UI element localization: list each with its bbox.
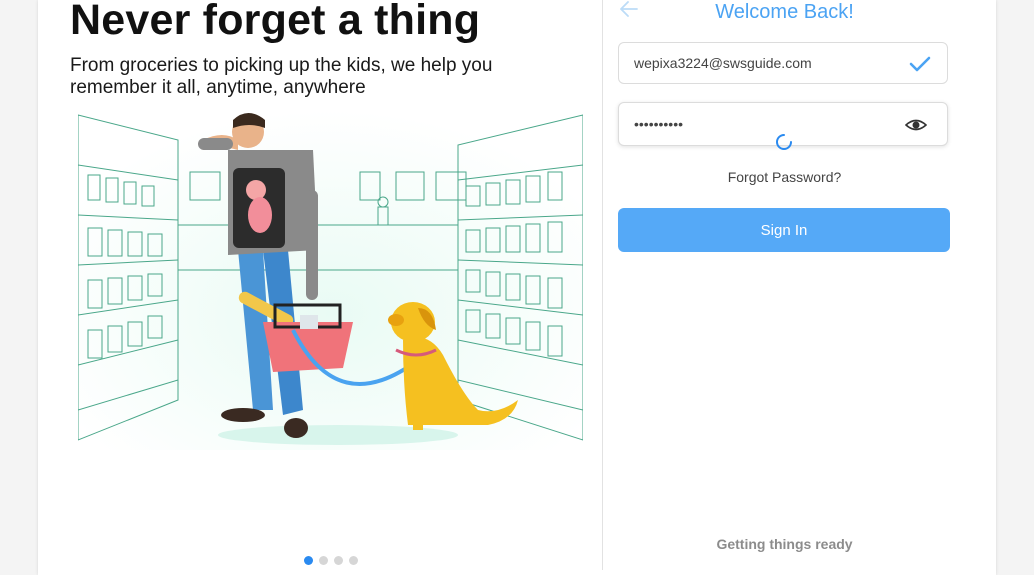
basket (263, 303, 353, 372)
carousel-dot-3[interactable] (334, 556, 343, 565)
forgot-password-link[interactable]: Forgot Password? (618, 169, 951, 185)
password-input[interactable] (634, 103, 884, 145)
hero-subtitle: From groceries to picking up the kids, w… (70, 55, 493, 98)
grocery-illustration (78, 110, 583, 450)
spinner-icon (776, 134, 792, 150)
sign-in-button[interactable]: Sign In (618, 208, 950, 252)
eye-icon[interactable] (905, 116, 927, 134)
login-card: Never forget a thing From groceries to p… (38, 0, 996, 575)
check-icon (909, 56, 931, 72)
email-field[interactable] (618, 42, 948, 84)
login-panel: Welcome Back! Forgot Password? Sign In G… (603, 0, 996, 575)
login-title: Welcome Back! (715, 1, 854, 23)
email-input[interactable] (634, 43, 884, 83)
carousel-dot-4[interactable] (349, 556, 358, 565)
loading-status-text: Getting things ready (716, 536, 853, 552)
carousel-dot-2[interactable] (319, 556, 328, 565)
carousel-dot-1[interactable] (304, 556, 313, 565)
onboarding-panel: Never forget a thing From groceries to p… (38, 0, 602, 575)
hero-title: Never forget a thing (70, 0, 481, 44)
carousel-dots (304, 556, 358, 565)
